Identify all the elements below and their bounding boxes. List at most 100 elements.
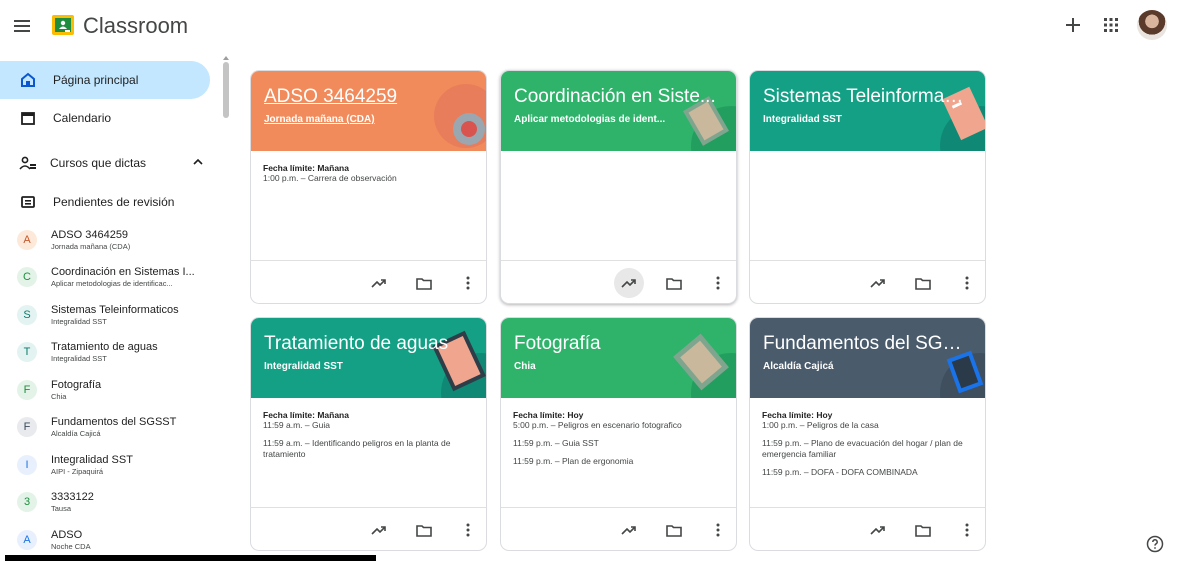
more-options-button[interactable]: [457, 519, 479, 541]
sidebar-course-item[interactable]: 3 3333122 Tausa: [0, 484, 230, 522]
drive-folder-button[interactable]: [413, 519, 435, 541]
course-avatar: C: [17, 267, 37, 288]
course-card-subtitle[interactable]: Chia: [514, 361, 704, 372]
main-menu-button[interactable]: [10, 14, 34, 38]
course-avatar: T: [17, 342, 37, 363]
sidebar-item-to-review[interactable]: Pendientes de revisión: [0, 183, 230, 221]
drive-folder-button[interactable]: [912, 272, 934, 294]
course-card-title[interactable]: ADSO 3464259: [264, 86, 469, 108]
help-icon[interactable]: [1146, 535, 1164, 553]
drive-folder-button[interactable]: [663, 272, 685, 294]
trending-up-icon: [870, 279, 885, 288]
course-subtitle: Chia: [51, 391, 67, 401]
gradebook-button[interactable]: [614, 268, 644, 298]
due-assignment-link[interactable]: 11:59 a.m. – Guia: [263, 420, 478, 431]
sidebar-course-item[interactable]: A ADSO 3464259 Jornada mañana (CDA): [0, 221, 230, 259]
course-card[interactable]: ADSO 3464259 Jornada mañana (CDA) Fecha lí…: [250, 70, 487, 304]
course-card-subtitle[interactable]: Aplicar metodologias de ident...: [514, 114, 704, 125]
drive-folder-button[interactable]: [413, 272, 435, 294]
course-card-header[interactable]: ADSO 3464259 Jornada mañana (CDA): [251, 71, 486, 151]
trending-up-icon: [870, 526, 885, 535]
sidebar-item-home[interactable]: Página principal: [0, 61, 210, 99]
gradebook-button[interactable]: [618, 519, 640, 541]
course-title: Sistemas Teleinformaticos: [51, 303, 179, 316]
course-card-body: Fecha límite: Hoy 1:00 p.m. – Peligros de…: [762, 410, 977, 485]
course-card-subtitle[interactable]: Integralidad SST: [763, 114, 953, 125]
sidebar-section-teaching[interactable]: Cursos que dictas: [0, 143, 230, 183]
sidebar-scrollbar[interactable]: [223, 62, 229, 118]
folder-icon: [915, 277, 931, 290]
course-text: Fundamentos del SGSST Alcaldía Cajicá: [51, 416, 176, 438]
due-assignment-link[interactable]: 11:59 p.m. – Plan de ergonomia: [513, 456, 728, 467]
due-assignment-link[interactable]: 5:00 p.m. – Peligros en escenario fotogr…: [513, 420, 728, 431]
course-title: Coordinación en Sistemas I...: [51, 266, 195, 279]
course-card[interactable]: Coordinación en Siste... Aplicar metodolo…: [500, 70, 737, 304]
course-text: Tratamiento de aguas Integralidad SST: [51, 341, 158, 363]
more-options-button[interactable]: [457, 272, 479, 294]
course-card[interactable]: Tratamiento de aguas Integralidad SST Fech…: [250, 317, 487, 551]
sidebar-course-item[interactable]: T Tratamiento de aguas Integralidad SST: [0, 334, 230, 372]
drive-folder-button[interactable]: [663, 519, 685, 541]
gradebook-button[interactable]: [867, 519, 889, 541]
due-assignment-link[interactable]: 11:59 p.m. – Plano de evacuación del hog…: [762, 438, 977, 460]
drive-folder-button[interactable]: [912, 519, 934, 541]
course-card-title[interactable]: Sistemas Teleinformati...: [763, 86, 968, 108]
sidebar-course-item[interactable]: C Coordinación en Sistemas I... Aplicar me…: [0, 259, 230, 297]
course-card-title[interactable]: Fotografía: [514, 333, 719, 355]
more-options-button[interactable]: [707, 272, 729, 294]
course-subtitle: AIPI - Zipaquirá: [51, 466, 104, 476]
sidebar-course-item[interactable]: S Sistemas Teleinformaticos Integralidad S…: [0, 296, 230, 334]
course-card[interactable]: Fundamentos del SGSST Alcaldía Cajicá Fech…: [749, 317, 986, 551]
sidebar-section-label: Cursos que dictas: [50, 156, 147, 170]
sidebar-course-list: A ADSO 3464259 Jornada mañana (CDA) C Coordi…: [0, 221, 230, 559]
due-assignment-link[interactable]: 1:00 p.m. – Carrera de observación: [263, 173, 478, 184]
course-card-header[interactable]: Fotografía Chia: [501, 318, 736, 398]
due-assignment-link[interactable]: 11:59 p.m. – DOFA - DOFA COMBINADA: [762, 467, 977, 478]
course-card[interactable]: Fotografía Chia Fecha límite: Hoy 5:00 p.m.…: [500, 317, 737, 551]
more-vert-icon: [466, 276, 470, 290]
apps-button[interactable]: [1099, 10, 1123, 40]
course-card-title[interactable]: Tratamiento de aguas: [264, 333, 469, 355]
more-vert-icon: [965, 276, 969, 290]
sidebar-course-item[interactable]: F Fundamentos del SGSST Alcaldía Cajicá: [0, 409, 230, 447]
more-options-button[interactable]: [707, 519, 729, 541]
course-card-footer: [501, 260, 736, 303]
sidebar-course-item[interactable]: A ADSO Noche CDA: [0, 521, 230, 559]
course-card-title[interactable]: Coordinación en Siste...: [514, 86, 719, 108]
course-card-subtitle[interactable]: Integralidad SST: [264, 361, 454, 372]
course-card-header[interactable]: Tratamiento de aguas Integralidad SST: [251, 318, 486, 398]
sidebar-course-item[interactable]: I Integralidad SST AIPI - Zipaquirá: [0, 446, 230, 484]
sidebar-course-item[interactable]: F Fotografía Chia: [0, 371, 230, 409]
more-options-button[interactable]: [956, 272, 978, 294]
course-card-subtitle[interactable]: Alcaldía Cajicá: [763, 361, 953, 372]
gradebook-button[interactable]: [368, 272, 390, 294]
more-options-button[interactable]: [956, 519, 978, 541]
course-card-header[interactable]: Sistemas Teleinformati... Integralidad SS…: [750, 71, 985, 151]
course-card-title[interactable]: Fundamentos del SGSST: [763, 333, 968, 355]
course-subtitle: Integralidad SST: [51, 354, 107, 364]
header-art-icon: [432, 330, 486, 398]
course-card-header[interactable]: Coordinación en Siste... Aplicar metodolo…: [501, 71, 736, 151]
course-title: Fotografía: [51, 378, 102, 391]
sidebar-item-calendar[interactable]: Calendario: [0, 99, 230, 137]
account-avatar[interactable]: [1137, 10, 1167, 40]
chevron-up-icon[interactable]: [191, 155, 205, 169]
course-card-footer: [501, 507, 736, 550]
gradebook-button[interactable]: [867, 272, 889, 294]
gradebook-button[interactable]: [368, 519, 390, 541]
scroll-up-arrow-icon[interactable]: [222, 55, 230, 61]
course-card-header[interactable]: Fundamentos del SGSST Alcaldía Cajicá: [750, 318, 985, 398]
due-assignment-link[interactable]: 11:59 a.m. – Identificando peligros en l…: [263, 438, 478, 460]
course-card[interactable]: Sistemas Teleinformati... Integralidad SS…: [749, 70, 986, 304]
create-join-button[interactable]: [1061, 10, 1085, 40]
due-assignment-link[interactable]: 1:00 p.m. – Peligros de la casa: [762, 420, 977, 431]
classroom-logo-icon[interactable]: [52, 15, 74, 35]
review-folder-icon: [18, 192, 38, 212]
folder-icon: [416, 524, 432, 537]
trending-up-icon: [621, 279, 636, 288]
course-subtitle: Tausa: [51, 504, 72, 514]
due-assignment-link[interactable]: 11:59 p.m. – Guia SST: [513, 438, 728, 449]
sidebar: Página principal Calendario Cursos que d…: [0, 52, 230, 561]
course-avatar: S: [17, 304, 37, 325]
course-card-subtitle[interactable]: Jornada mañana (CDA): [264, 114, 454, 125]
